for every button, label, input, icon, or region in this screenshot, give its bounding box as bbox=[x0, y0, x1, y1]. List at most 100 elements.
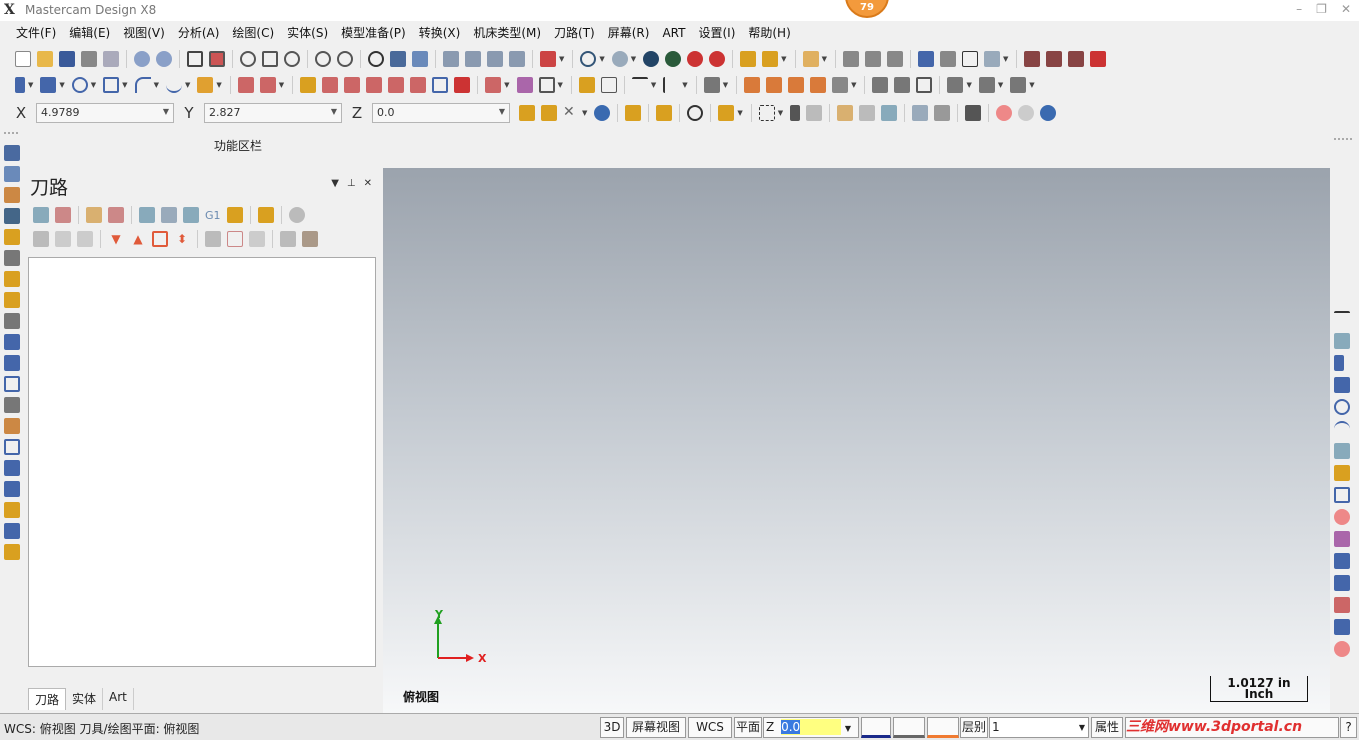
chevron-down-icon[interactable]: ▼ bbox=[845, 724, 851, 733]
chevron-down-icon[interactable]: ▼ bbox=[504, 81, 509, 89]
chevron-down-icon[interactable]: ▼ bbox=[1029, 81, 1034, 89]
highlight-icon[interactable] bbox=[762, 51, 779, 67]
chevron-down-icon[interactable]: ▼ bbox=[154, 81, 159, 89]
toolpath-settings-icon[interactable] bbox=[302, 231, 318, 247]
chevron-down-icon[interactable]: ▼ bbox=[651, 81, 656, 89]
surface-sweep-icon[interactable] bbox=[810, 77, 827, 93]
menu-toolpaths[interactable]: 刀路(T) bbox=[554, 23, 595, 43]
layer-select[interactable]: 1 ▼ bbox=[989, 717, 1089, 738]
operations-tree[interactable] bbox=[28, 257, 376, 667]
3d-button[interactable]: 3D bbox=[600, 717, 624, 738]
isometric-view-icon[interactable] bbox=[509, 51, 525, 67]
left-tool-13-icon[interactable] bbox=[4, 397, 20, 413]
zoom-window-icon[interactable] bbox=[262, 51, 278, 67]
toolpath-delete-icon[interactable] bbox=[1090, 51, 1107, 67]
xform-roll-icon[interactable] bbox=[454, 77, 471, 93]
surface-revolve-icon[interactable] bbox=[788, 77, 805, 93]
solid-shell-icon[interactable] bbox=[1010, 77, 1027, 93]
notification-badge[interactable]: 79 bbox=[845, 0, 889, 18]
solid-revolve-icon[interactable] bbox=[894, 77, 911, 93]
help-query-icon[interactable] bbox=[842, 51, 859, 67]
menu-screen[interactable]: 屏幕(R) bbox=[608, 23, 650, 43]
chevron-down-icon[interactable]: ▼ bbox=[163, 107, 169, 116]
zoom-selected-icon[interactable] bbox=[284, 51, 300, 67]
calculator-icon[interactable] bbox=[939, 51, 956, 67]
surface-flat-icon[interactable] bbox=[744, 77, 761, 93]
xform-translate-icon[interactable] bbox=[300, 77, 317, 93]
left-tool-7-icon[interactable] bbox=[4, 271, 20, 287]
grid-icon[interactable] bbox=[516, 77, 533, 93]
wireframe-icon[interactable] bbox=[580, 51, 597, 67]
leader-icon[interactable] bbox=[600, 77, 617, 93]
xform-mirror-icon[interactable] bbox=[322, 77, 339, 93]
shaded-icon[interactable] bbox=[611, 51, 628, 67]
chevron-down-icon[interactable]: ▼ bbox=[582, 109, 587, 117]
redo-icon[interactable] bbox=[156, 51, 172, 67]
chevron-down-icon[interactable]: ▼ bbox=[723, 81, 728, 89]
menu-analyze[interactable]: 分析(A) bbox=[178, 23, 220, 43]
z-depth-input[interactable]: 0.0 bbox=[781, 719, 842, 735]
xform-stretch-icon[interactable] bbox=[410, 77, 427, 93]
move-up-icon[interactable]: ▲ bbox=[130, 231, 146, 247]
right-tool-6-icon[interactable] bbox=[1334, 421, 1350, 437]
settings-cog-icon[interactable] bbox=[917, 51, 934, 67]
right-tool-8-icon[interactable] bbox=[1334, 465, 1350, 481]
break-icon[interactable] bbox=[259, 77, 276, 93]
pencil-icon[interactable] bbox=[740, 51, 757, 67]
toolpath-post-icon[interactable] bbox=[1068, 51, 1085, 67]
select-face-icon[interactable] bbox=[859, 105, 876, 121]
chevron-down-icon[interactable]: ▼ bbox=[737, 109, 742, 117]
toolpath-regen-icon[interactable] bbox=[1046, 51, 1063, 67]
stop-icon[interactable] bbox=[996, 105, 1013, 121]
insert-arrow-icon[interactable] bbox=[152, 231, 168, 247]
autocursor-icon[interactable] bbox=[541, 105, 557, 121]
select-loop-icon[interactable] bbox=[912, 105, 929, 121]
right-tool-5-icon[interactable] bbox=[1334, 399, 1350, 415]
fast-point-icon[interactable] bbox=[519, 105, 535, 121]
top-view-icon[interactable] bbox=[443, 51, 459, 67]
repaint-icon[interactable] bbox=[209, 51, 225, 67]
surface-draft-icon[interactable] bbox=[832, 77, 849, 93]
chevron-down-icon[interactable]: ▼ bbox=[682, 81, 687, 89]
undo-icon[interactable] bbox=[134, 51, 150, 67]
right-view-icon[interactable] bbox=[487, 51, 503, 67]
select-solid-icon[interactable] bbox=[806, 105, 823, 121]
chevron-down-icon[interactable]: ▼ bbox=[599, 55, 604, 63]
dynamic-rotate-icon[interactable] bbox=[368, 51, 384, 67]
cursor-icon[interactable] bbox=[790, 105, 801, 121]
color-button[interactable] bbox=[861, 717, 891, 738]
left-tool-16-icon[interactable] bbox=[4, 460, 20, 476]
deselect-ops-icon[interactable] bbox=[55, 207, 71, 223]
select-all-ops-icon[interactable] bbox=[33, 207, 49, 223]
group-icon[interactable] bbox=[538, 77, 555, 93]
drafting-icon[interactable] bbox=[485, 77, 502, 93]
left-tool-20-icon[interactable] bbox=[4, 544, 20, 560]
shade-red-alt-icon[interactable] bbox=[709, 51, 726, 67]
chevron-down-icon[interactable]: ▼ bbox=[778, 109, 783, 117]
right-tool-15-icon[interactable] bbox=[1334, 619, 1350, 635]
shade-dark-icon[interactable] bbox=[643, 51, 660, 67]
chevron-down-icon[interactable]: ▼ bbox=[781, 55, 786, 63]
post-icon[interactable] bbox=[226, 207, 243, 223]
chevron-down-icon[interactable]: ▼ bbox=[28, 81, 33, 89]
plane-button[interactable]: 平面 bbox=[734, 717, 762, 738]
dimension-vertical-icon[interactable] bbox=[663, 77, 679, 93]
toolpath-run-icon[interactable] bbox=[1024, 51, 1041, 67]
toggle-post-icon[interactable] bbox=[77, 231, 93, 247]
dimension-horizontal-icon[interactable] bbox=[631, 77, 648, 93]
save-icon[interactable] bbox=[59, 51, 75, 67]
primitive-icon[interactable] bbox=[197, 77, 214, 93]
ok-icon[interactable] bbox=[1018, 105, 1035, 121]
pin-icon[interactable]: ⊥ bbox=[347, 178, 356, 189]
cancel-cross-icon[interactable]: ✕ bbox=[563, 105, 579, 121]
line-icon[interactable] bbox=[40, 77, 57, 93]
y-coordinate-input[interactable]: 2.827 ▼ bbox=[204, 103, 342, 123]
right-tool-7-icon[interactable] bbox=[1334, 443, 1350, 459]
right-tool-16-icon[interactable] bbox=[1334, 641, 1350, 657]
right-tool-11-icon[interactable] bbox=[1334, 531, 1350, 547]
fillet-icon[interactable] bbox=[134, 77, 151, 93]
zoom-target-icon[interactable] bbox=[240, 51, 256, 67]
left-tool-4-icon[interactable] bbox=[4, 208, 20, 224]
solid-color-button[interactable] bbox=[927, 717, 959, 738]
solid-box-icon[interactable] bbox=[916, 77, 933, 93]
